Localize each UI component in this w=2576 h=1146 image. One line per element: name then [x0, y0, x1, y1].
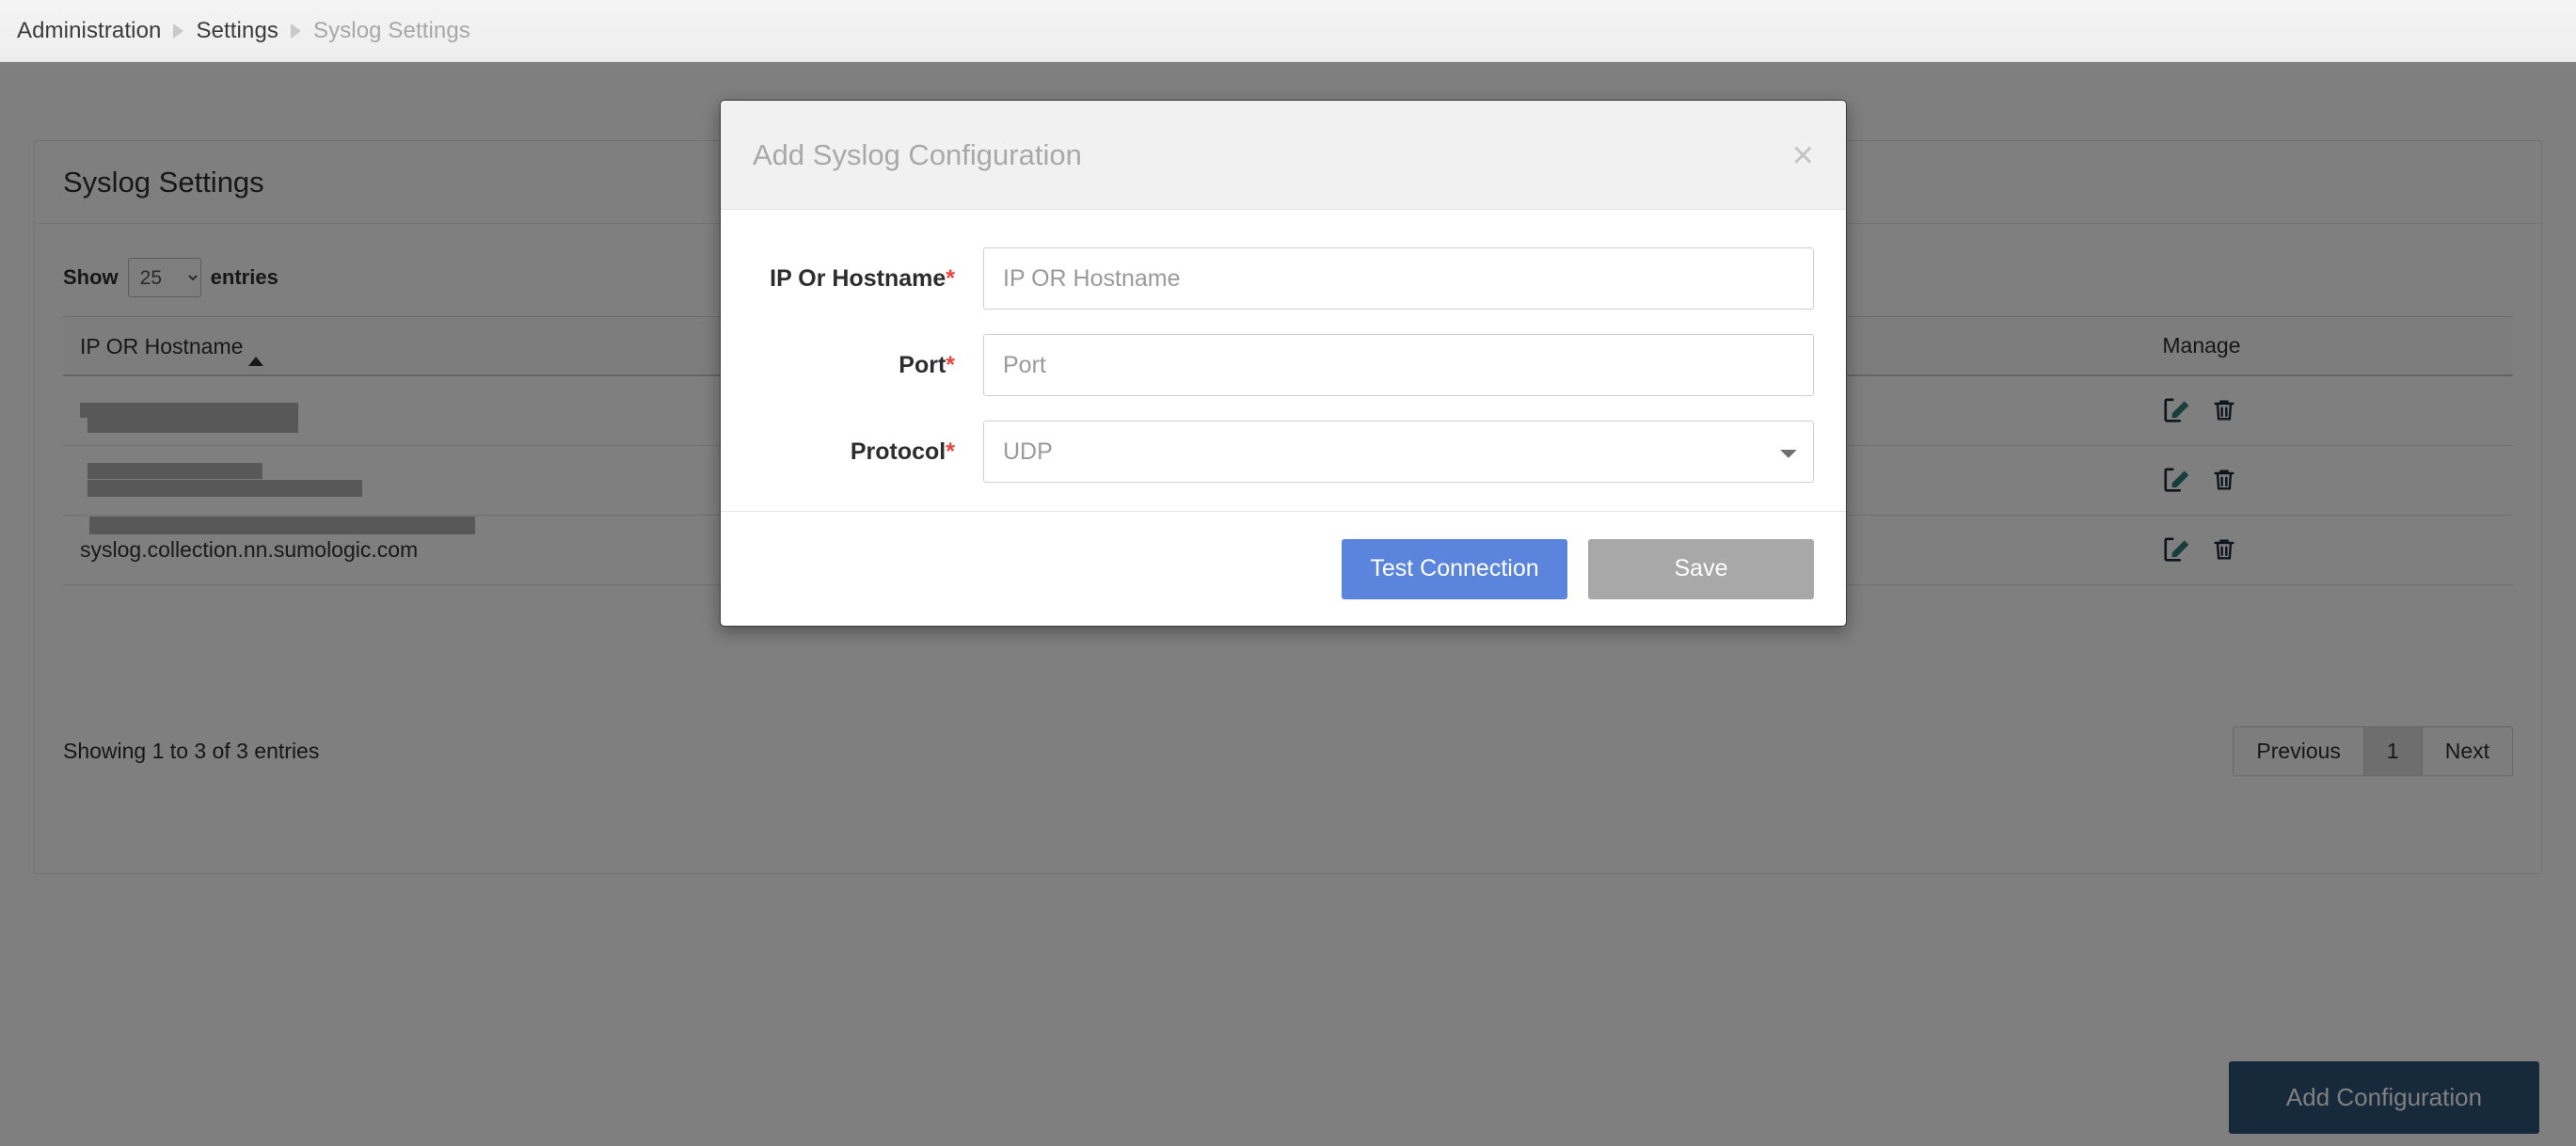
modal-body: IP Or Hostname* Port* Protocol* UDP — [721, 210, 1846, 483]
port-input[interactable] — [983, 334, 1814, 396]
ip-or-hostname-input[interactable] — [983, 247, 1814, 310]
breadcrumb: Administration Settings Syslog Settings — [0, 0, 2576, 62]
label-port: Port* — [753, 352, 983, 379]
label-protocol: Protocol* — [753, 438, 983, 466]
modal-header: Add Syslog Configuration × — [721, 101, 1846, 210]
label-text: Protocol — [850, 438, 946, 465]
label-ip-or-hostname: IP Or Hostname* — [753, 265, 983, 293]
add-syslog-configuration-modal: Add Syslog Configuration × IP Or Hostnam… — [720, 100, 1847, 627]
protocol-select[interactable]: UDP — [983, 421, 1814, 483]
required-marker: * — [946, 264, 955, 292]
modal-title: Add Syslog Configuration — [753, 137, 1082, 171]
test-connection-button[interactable]: Test Connection — [1342, 538, 1567, 599]
required-marker: * — [946, 438, 955, 465]
breadcrumb-separator-icon — [291, 23, 301, 39]
breadcrumb-separator-icon — [173, 23, 184, 39]
breadcrumb-item-settings[interactable]: Settings — [196, 18, 278, 44]
modal-footer: Test Connection Save — [721, 511, 1846, 626]
required-marker: * — [946, 351, 955, 378]
label-text: IP Or Hostname — [770, 264, 946, 292]
form-row-port: Port* — [753, 334, 1814, 396]
form-row-host: IP Or Hostname* — [753, 247, 1814, 310]
label-text: Port — [898, 351, 946, 378]
close-icon[interactable]: × — [1792, 136, 1814, 174]
form-row-protocol: Protocol* UDP — [753, 421, 1814, 483]
breadcrumb-item-syslog-settings: Syslog Settings — [313, 17, 470, 43]
breadcrumb-item-administration[interactable]: Administration — [17, 18, 161, 44]
save-button[interactable]: Save — [1588, 538, 1814, 599]
